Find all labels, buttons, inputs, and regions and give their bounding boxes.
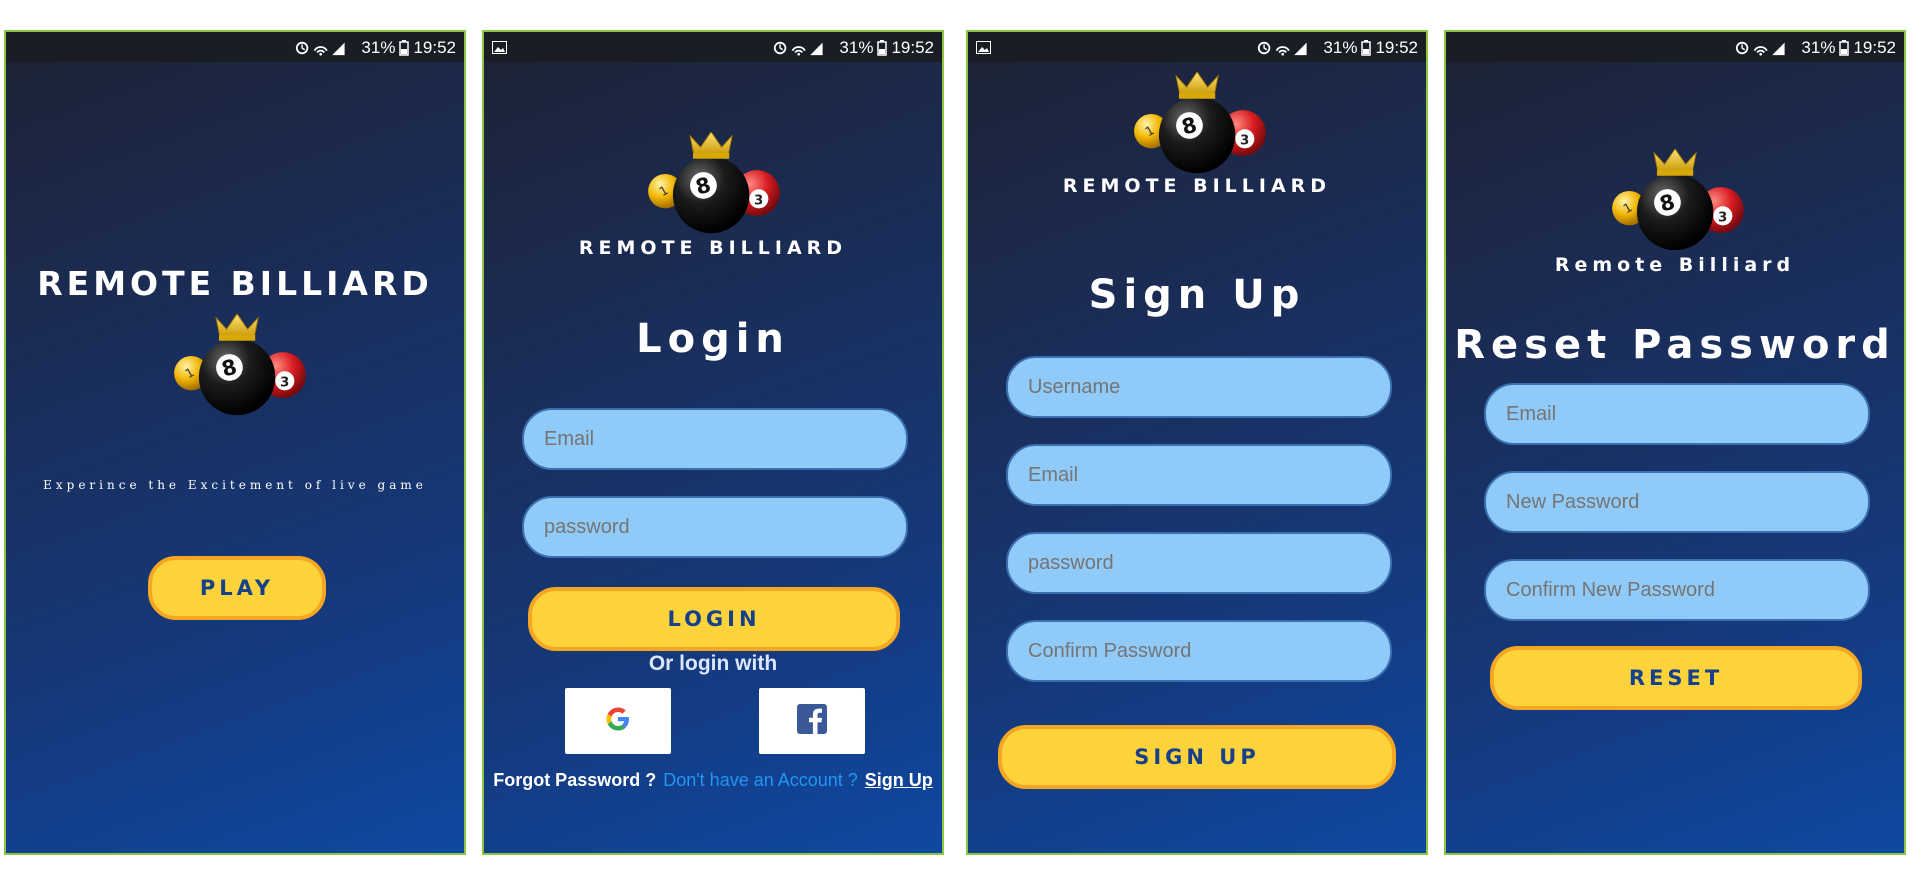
battery-icon xyxy=(1361,40,1372,56)
alarm-wifi-signal-icon xyxy=(773,40,835,56)
gallery-icon xyxy=(492,39,507,59)
facebook-login-button[interactable] xyxy=(759,688,865,754)
page-title: Reset Password xyxy=(1454,322,1896,368)
battery-percent: 31% xyxy=(361,38,396,57)
forgot-password-link[interactable]: Forgot Password ? xyxy=(493,770,656,791)
login-button[interactable]: LOGIN xyxy=(528,587,900,651)
billiard-logo-icon xyxy=(1610,149,1744,254)
email-field[interactable] xyxy=(1484,383,1870,445)
new-password-field[interactable] xyxy=(1484,471,1870,533)
page-title: Sign Up xyxy=(1088,272,1306,318)
tagline: Experince the Excitement of live game xyxy=(43,478,427,492)
confirm-password-field[interactable] xyxy=(1006,620,1392,682)
status-time: 19:52 xyxy=(891,38,934,57)
alarm-wifi-signal-icon xyxy=(1257,40,1319,56)
email-field[interactable] xyxy=(522,408,908,470)
status-bar: 31% 19:52 xyxy=(968,32,1426,62)
battery-icon xyxy=(399,40,410,56)
page-title: Login xyxy=(636,316,790,362)
alarm-wifi-signal-icon xyxy=(1735,40,1797,56)
login-screen: 31% 19:52 Remote Billiard Login LOGIN Or… xyxy=(482,30,944,855)
signup-link[interactable]: Sign Up xyxy=(865,770,933,791)
billiard-logo-icon xyxy=(172,314,306,419)
email-field[interactable] xyxy=(1006,444,1392,506)
confirm-new-password-field[interactable] xyxy=(1484,559,1870,621)
no-account-text: Don't have an Account ? xyxy=(663,770,858,790)
status-time: 19:52 xyxy=(1853,38,1896,57)
status-time: 19:52 xyxy=(413,38,456,57)
signup-screen: 31% 19:52 Remote Billiard Sign Up SIGN U… xyxy=(966,30,1428,855)
battery-percent: 31% xyxy=(1323,38,1358,57)
splash-screen: 31% 19:52 Remote Billiard Experince the … xyxy=(4,30,466,855)
status-bar: 31% 19:52 xyxy=(6,32,464,62)
billiard-logo-icon xyxy=(646,132,780,237)
billiard-logo-icon xyxy=(1132,72,1266,177)
or-login-with-text: Or login with xyxy=(648,652,778,675)
facebook-icon xyxy=(797,703,827,739)
alarm-wifi-signal-icon xyxy=(295,40,357,56)
reset-password-screen: 31% 19:52 Remote Billiard Reset Password… xyxy=(1444,30,1906,855)
signup-button[interactable]: SIGN UP xyxy=(998,725,1396,789)
auth-links: Forgot Password ? Don't have an Account … xyxy=(484,770,942,791)
brand-title: Remote Billiard xyxy=(1554,254,1796,276)
reset-button[interactable]: RESET xyxy=(1490,646,1862,710)
battery-icon xyxy=(1839,40,1850,56)
gallery-icon xyxy=(976,39,991,59)
status-bar: 31% 19:52 xyxy=(1446,32,1904,62)
username-field[interactable] xyxy=(1006,356,1392,418)
status-time: 19:52 xyxy=(1375,38,1418,57)
brand-title: Remote Billiard xyxy=(37,264,433,303)
password-field[interactable] xyxy=(522,496,908,558)
google-login-button[interactable] xyxy=(565,688,671,754)
status-bar: 31% 19:52 xyxy=(484,32,942,62)
battery-percent: 31% xyxy=(1801,38,1836,57)
brand-title: Remote Billiard xyxy=(578,237,848,259)
brand-title: Remote Billiard xyxy=(1062,175,1332,197)
battery-percent: 31% xyxy=(839,38,874,57)
play-button[interactable]: PLAY xyxy=(148,556,326,620)
battery-icon xyxy=(877,40,888,56)
password-field[interactable] xyxy=(1006,532,1392,594)
google-icon xyxy=(603,704,633,739)
